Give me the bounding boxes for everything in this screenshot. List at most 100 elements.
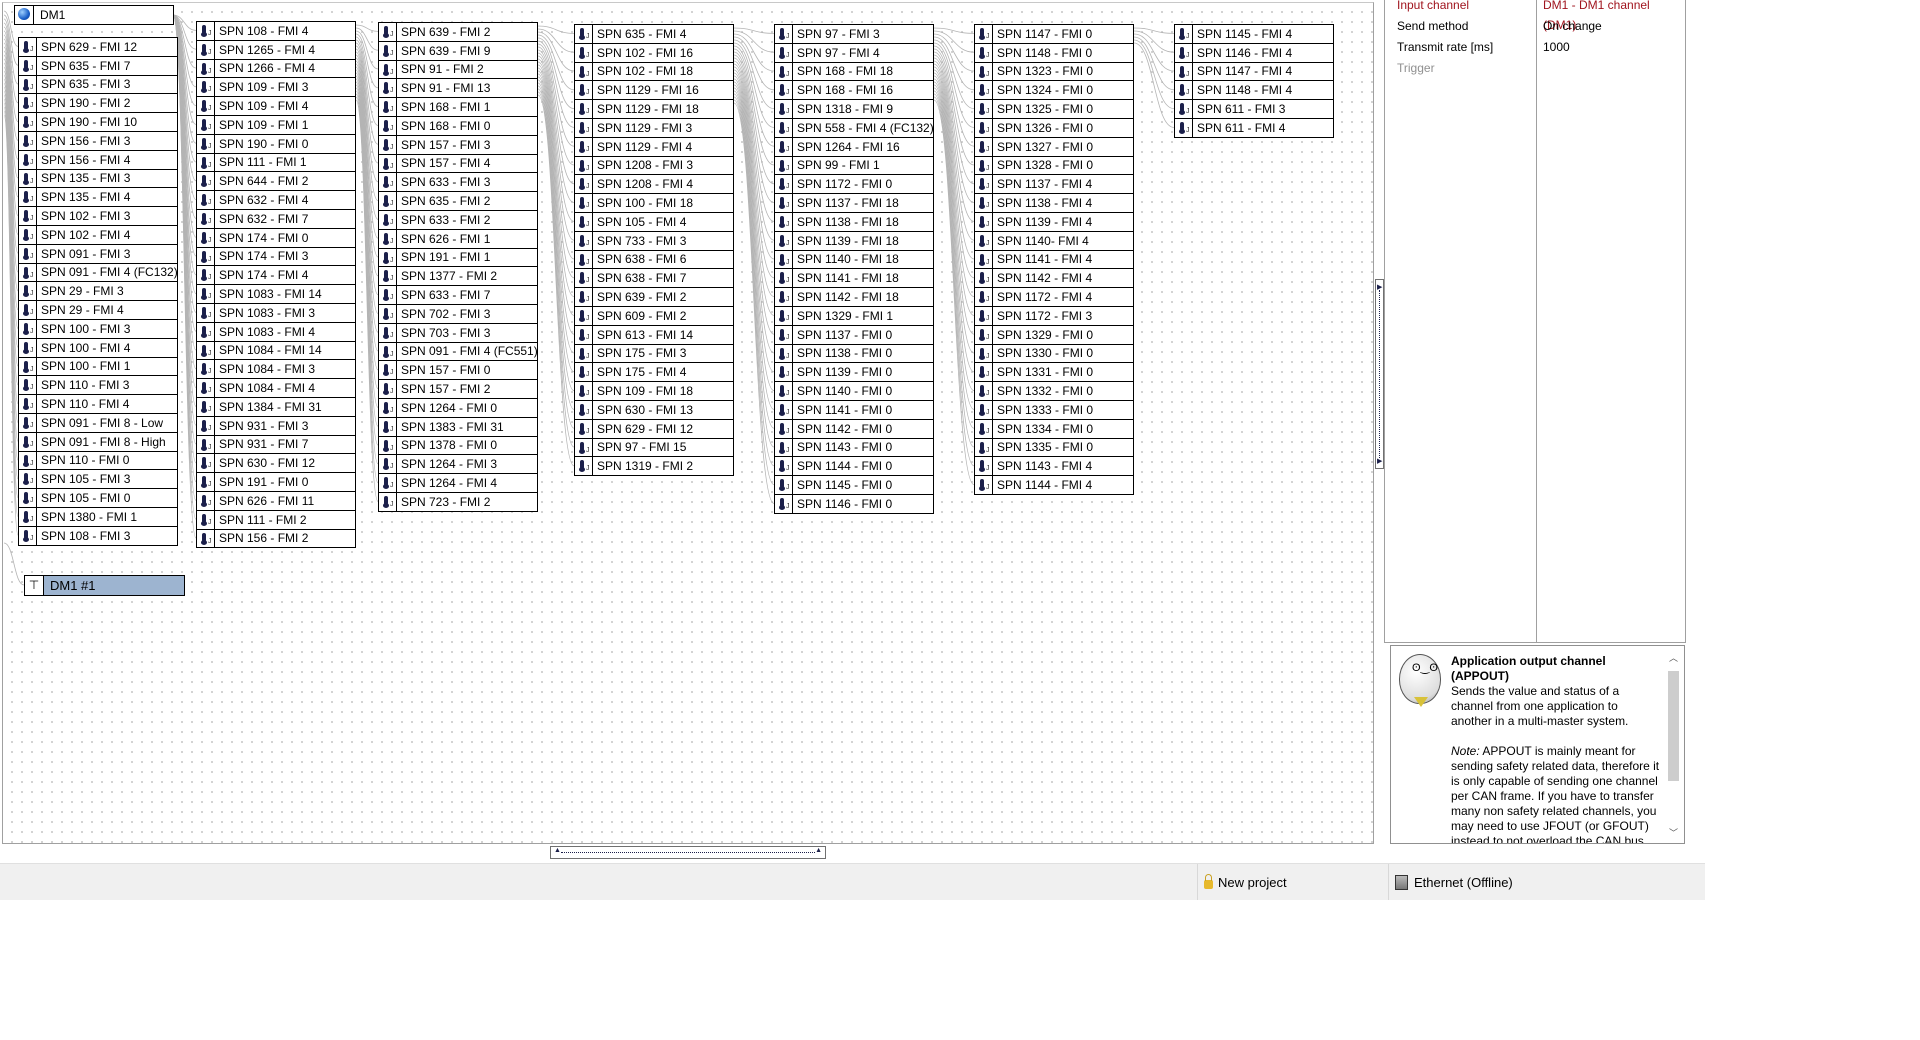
channel-item[interactable]: J SPN 109 - FMI 1 <box>197 115 355 135</box>
channel-item[interactable]: J SPN 1324 - FMI 0 <box>975 81 1133 101</box>
channel-item[interactable]: J SPN 1330 - FMI 0 <box>975 344 1133 364</box>
channel-item[interactable]: J SPN 1319 - FMI 2 <box>575 457 733 476</box>
channel-item[interactable]: J SPN 168 - FMI 1 <box>379 98 537 117</box>
channel-item[interactable]: J SPN 135 - FMI 4 <box>19 188 177 208</box>
channel-item[interactable]: J SPN 632 - FMI 4 <box>197 191 355 210</box>
channel-item[interactable]: J SPN 1083 - FMI 3 <box>197 303 355 323</box>
channel-item[interactable]: J SPN 102 - FMI 4 <box>19 225 177 245</box>
channel-item[interactable]: J SPN 1380 - FMI 1 <box>19 507 177 527</box>
channel-item[interactable]: J SPN 1141 - FMI 4 <box>975 250 1133 270</box>
channel-item[interactable]: J SPN 168 - FMI 16 <box>775 81 933 101</box>
channel-item[interactable]: J SPN 190 - FMI 0 <box>197 134 355 154</box>
channel-item[interactable]: J SPN 168 - FMI 0 <box>379 116 537 136</box>
channel-item[interactable]: J SPN 1145 - FMI 4 <box>1175 25 1333 44</box>
channel-item[interactable]: J SPN 100 - FMI 1 <box>19 357 177 377</box>
channel-item[interactable]: J SPN 175 - FMI 4 <box>575 363 733 383</box>
channel-item[interactable]: J SPN 1325 - FMI 0 <box>975 100 1133 119</box>
channel-item[interactable]: J SPN 29 - FMI 4 <box>19 301 177 320</box>
channel-item[interactable]: J SPN 190 - FMI 2 <box>19 94 177 114</box>
channel-item[interactable]: J SPN 633 - FMI 3 <box>379 173 537 193</box>
channel-item[interactable]: J SPN 1328 - FMI 0 <box>975 156 1133 176</box>
channel-item[interactable]: J SPN 091 - FMI 4 (FC551) <box>379 342 538 362</box>
channel-item[interactable]: J SPN 100 - FMI 18 <box>575 194 733 213</box>
channel-item[interactable]: J SPN 1264 - FMI 3 <box>379 455 537 475</box>
channel-item[interactable]: J SPN 1139 - FMI 18 <box>775 231 933 251</box>
channel-item[interactable]: J SPN 109 - FMI 4 <box>197 97 355 116</box>
channel-item[interactable]: J SPN 633 - FMI 2 <box>379 210 537 230</box>
channel-item[interactable]: J SPN 109 - FMI 3 <box>197 78 355 98</box>
channel-item[interactable]: J SPN 105 - FMI 4 <box>575 212 733 232</box>
help-scrollbar[interactable]: ︿ ﹀ <box>1666 651 1681 839</box>
channel-item[interactable]: J SPN 638 - FMI 6 <box>575 250 733 270</box>
channel-item[interactable]: J SPN 1326 - FMI 0 <box>975 118 1133 138</box>
channel-item[interactable]: J SPN 639 - FMI 9 <box>379 41 537 61</box>
channel-item[interactable]: J SPN 1137 - FMI 4 <box>975 175 1133 195</box>
property-row[interactable]: Send method On change <box>1385 16 1685 36</box>
channel-item[interactable]: J SPN 191 - FMI 1 <box>379 248 537 268</box>
channel-item[interactable]: J SPN 1148 - FMI 0 <box>975 43 1133 63</box>
channel-item[interactable]: J SPN 644 - FMI 2 <box>197 172 355 192</box>
channel-item[interactable]: J SPN 1137 - FMI 18 <box>775 194 933 213</box>
channel-item[interactable]: J SPN 174 - FMI 4 <box>197 266 355 286</box>
channel-item[interactable]: J SPN 1377 - FMI 2 <box>379 267 537 287</box>
channel-item[interactable]: J SPN 1264 - FMI 0 <box>379 398 537 418</box>
channel-item[interactable]: J SPN 1265 - FMI 4 <box>197 40 355 60</box>
channel-item[interactable]: J SPN 111 - FMI 1 <box>197 153 355 173</box>
channel-item[interactable]: J SPN 629 - FMI 12 <box>19 38 177 57</box>
channel-item[interactable]: J SPN 632 - FMI 7 <box>197 209 355 229</box>
channel-item[interactable]: J SPN 1140- FMI 4 <box>975 231 1133 251</box>
channel-item[interactable]: J SPN 168 - FMI 18 <box>775 62 933 82</box>
channel-item[interactable]: J SPN 1147 - FMI 4 <box>1175 62 1333 82</box>
channel-item[interactable]: J SPN 1139 - FMI 4 <box>975 212 1133 232</box>
channel-item[interactable]: J SPN 635 - FMI 4 <box>575 25 733 44</box>
channel-item[interactable]: J SPN 703 - FMI 3 <box>379 323 537 343</box>
channel-item[interactable]: J SPN 157 - FMI 3 <box>379 135 537 155</box>
channel-item[interactable]: J SPN 157 - FMI 0 <box>379 361 537 381</box>
channel-item[interactable]: J SPN 1146 - FMI 0 <box>775 494 933 513</box>
source-node-dm1[interactable]: DM1 <box>14 5 174 25</box>
channel-item[interactable]: J SPN 1383 - FMI 31 <box>379 417 537 437</box>
channel-item[interactable]: J SPN 1141 - FMI 18 <box>775 269 933 289</box>
channel-item[interactable]: J SPN 1144 - FMI 0 <box>775 457 933 477</box>
channel-item[interactable]: J SPN 558 - FMI 4 (FC132) <box>775 118 934 138</box>
channel-item[interactable]: J SPN 630 - FMI 12 <box>197 454 355 474</box>
channel-item[interactable]: J SPN 102 - FMI 3 <box>19 207 177 226</box>
channel-item[interactable]: J SPN 1323 - FMI 0 <box>975 62 1133 82</box>
channel-item[interactable]: J SPN 723 - FMI 2 <box>379 492 537 511</box>
channel-item[interactable]: J SPN 1129 - FMI 3 <box>575 118 733 138</box>
channel-item[interactable]: J SPN 1335 - FMI 0 <box>975 438 1133 458</box>
channel-item[interactable]: J SPN 626 - FMI 1 <box>379 229 537 249</box>
channel-item[interactable]: J SPN 1208 - FMI 3 <box>575 156 733 176</box>
channel-item[interactable]: J SPN 630 - FMI 13 <box>575 400 733 420</box>
property-value[interactable]: On change <box>1543 16 1602 36</box>
channel-item[interactable]: J SPN 29 - FMI 3 <box>19 282 177 302</box>
channel-item[interactable]: J SPN 1143 - FMI 0 <box>775 438 933 458</box>
channel-item[interactable]: J SPN 1318 - FMI 9 <box>775 100 933 119</box>
chevron-up-icon[interactable]: ︿ <box>1669 651 1678 664</box>
channel-item[interactable]: J SPN 091 - FMI 8 - Low <box>19 413 177 433</box>
channel-item[interactable]: J SPN 1172 - FMI 3 <box>975 306 1133 326</box>
channel-item[interactable]: J SPN 1142 - FMI 4 <box>975 269 1133 289</box>
channel-item[interactable]: J SPN 733 - FMI 3 <box>575 231 733 251</box>
channel-item[interactable]: J SPN 702 - FMI 3 <box>379 304 537 324</box>
channel-item[interactable]: J SPN 175 - FMI 3 <box>575 344 733 364</box>
channel-item[interactable]: J SPN 97 - FMI 3 <box>775 25 933 44</box>
channel-item[interactable]: J SPN 611 - FMI 3 <box>1175 100 1333 119</box>
channel-item[interactable]: J SPN 156 - FMI 3 <box>19 131 177 151</box>
channel-item[interactable]: J SPN 633 - FMI 7 <box>379 286 537 305</box>
channel-item[interactable]: J SPN 639 - FMI 2 <box>575 288 733 307</box>
channel-item[interactable]: J SPN 626 - FMI 11 <box>197 491 355 511</box>
channel-item[interactable]: J SPN 1333 - FMI 0 <box>975 400 1133 420</box>
channel-item[interactable]: J SPN 157 - FMI 2 <box>379 380 537 399</box>
channel-item[interactable]: J SPN 629 - FMI 12 <box>575 419 733 439</box>
channel-item[interactable]: J SPN 091 - FMI 8 - High <box>19 432 177 452</box>
channel-item[interactable]: J SPN 1148 - FMI 4 <box>1175 81 1333 101</box>
channel-item[interactable]: J SPN 638 - FMI 7 <box>575 269 733 289</box>
channel-item[interactable]: J SPN 1083 - FMI 14 <box>197 285 355 304</box>
connection-status[interactable]: Ethernet (Offline) <box>1388 864 1513 900</box>
channel-item[interactable]: J SPN 100 - FMI 4 <box>19 338 177 358</box>
channel-item[interactable]: J SPN 102 - FMI 16 <box>575 43 733 63</box>
channel-item[interactable]: J SPN 1264 - FMI 16 <box>775 137 933 157</box>
channel-item[interactable]: J SPN 609 - FMI 2 <box>575 306 733 326</box>
channel-item[interactable]: J SPN 1084 - FMI 14 <box>197 341 355 361</box>
